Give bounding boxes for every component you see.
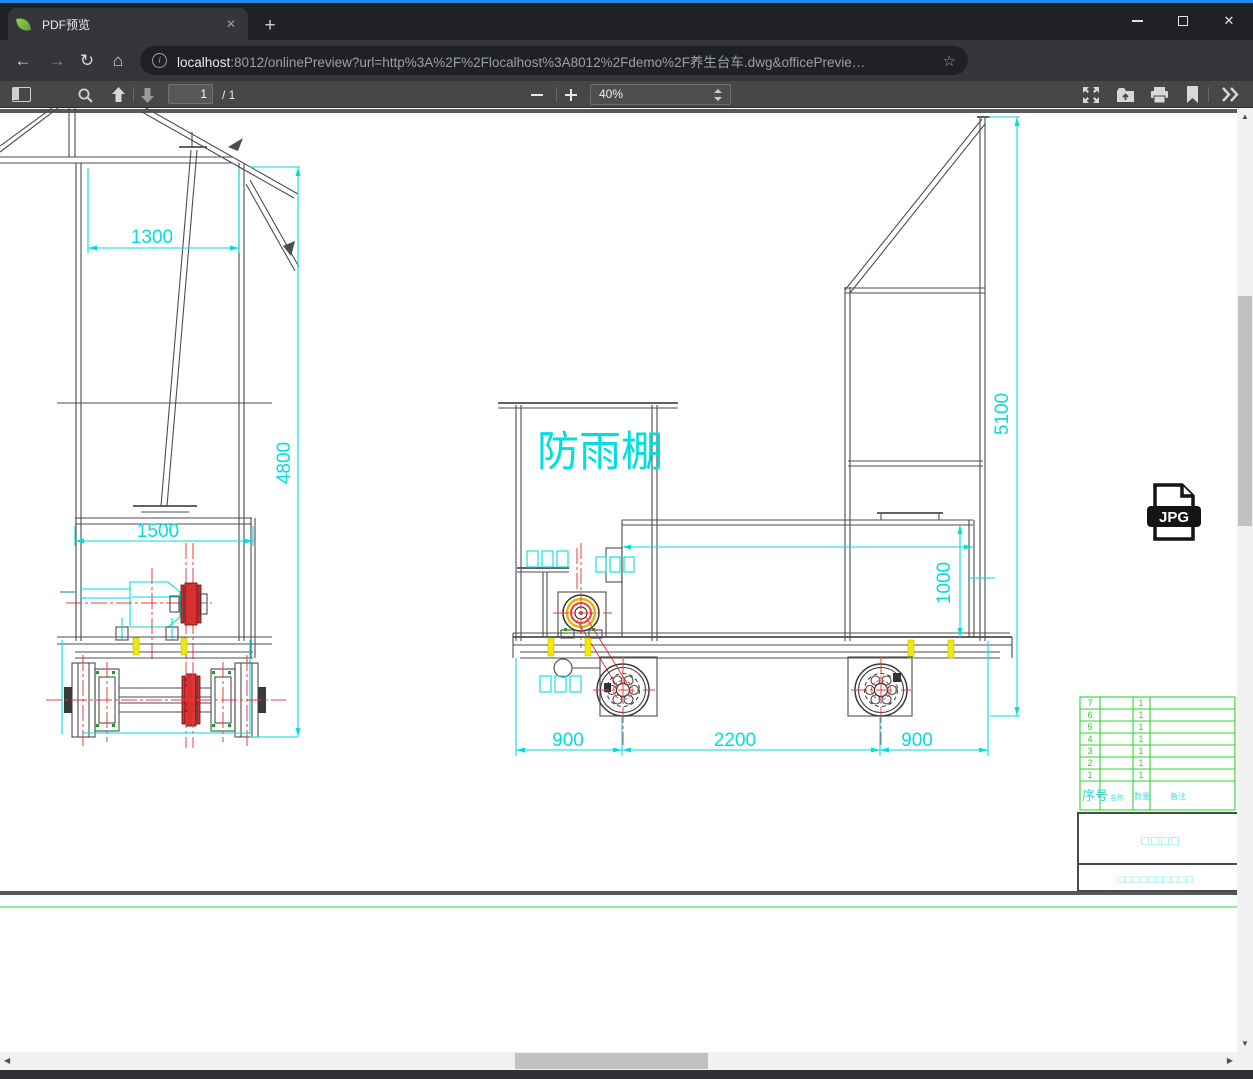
header-no: 序号 (1082, 788, 1108, 803)
select-arrows-icon (714, 88, 722, 102)
row-no: 7 (1087, 698, 1092, 708)
sidebar-toggle-icon[interactable] (12, 87, 31, 102)
dim-side-height: 5100 (992, 393, 1013, 435)
row-no: 2 (1087, 758, 1092, 768)
page-info-icon[interactable]: i (152, 53, 167, 68)
page-number-input[interactable] (168, 84, 213, 104)
new-tab-button[interactable]: + (258, 15, 282, 39)
title-block: 7 1 6 1 5 1 4 1 3 1 2 1 1 1 序号 名称 数量 备注 … (1077, 696, 1237, 892)
page-down-icon[interactable] (139, 86, 156, 104)
window-bottom-edge (0, 1070, 1253, 1079)
page-count-label: / 1 (222, 88, 236, 102)
dim-left-height: 4800 (274, 442, 295, 484)
titleblock-subtitle: □□□□ (1141, 833, 1180, 848)
scroll-up-icon[interactable]: ▲ (1237, 112, 1253, 121)
bookmark-icon[interactable] (1186, 85, 1199, 104)
dim-top-width: 1300 (131, 227, 173, 248)
zoom-out-button[interactable] (528, 81, 546, 108)
maximize-icon (1178, 16, 1188, 26)
tab-title: PDF预览 (42, 17, 91, 32)
dim-mid-width: 1500 (137, 521, 179, 542)
row-qty: 1 (1138, 698, 1143, 708)
jpg-file-icon: JPG (1147, 483, 1201, 541)
toolbar-divider (133, 87, 134, 102)
url-text: localhost:8012/onlinePreview?url=http%3A… (177, 51, 935, 71)
titlebar: PDF预览 ✕ + ✕ (0, 3, 1253, 40)
toolbar-divider (1208, 87, 1209, 102)
cad-drawing: 1300 1500 4800 防雨棚 1000 5100 900 2200 90… (0, 108, 1237, 908)
row-qty: 1 (1138, 722, 1143, 732)
reload-icon[interactable]: ↻ (75, 49, 99, 73)
scroll-left-icon[interactable]: ◀ (4, 1056, 10, 1065)
forward-icon[interactable]: → (45, 49, 69, 73)
dim-span-right: 900 (901, 730, 933, 751)
url-host: localhost (177, 54, 231, 70)
address-bar[interactable]: i localhost:8012/onlinePreview?url=http%… (140, 46, 968, 75)
open-file-icon[interactable] (1116, 86, 1135, 104)
titleblock-footer: □□□□□□□□□□ (1118, 874, 1194, 886)
scroll-right-icon[interactable]: ▶ (1227, 1056, 1233, 1065)
zoom-select[interactable]: 40% (590, 84, 731, 105)
row-no: 3 (1087, 746, 1092, 756)
row-qty: 1 (1138, 758, 1143, 768)
spring-leaf-favicon (16, 16, 32, 32)
maximize-button[interactable] (1160, 3, 1206, 39)
vertical-scrollbar[interactable]: ▲ ▼ (1237, 108, 1253, 1052)
browser-tab[interactable]: PDF预览 ✕ (8, 8, 248, 40)
scrollbar-corner (1237, 1052, 1253, 1070)
side-view: 防雨棚 (498, 116, 1013, 745)
close-button[interactable]: ✕ (1206, 3, 1252, 39)
dim-tank-height: 1000 (934, 562, 955, 604)
bookmark-star-icon[interactable]: ☆ (943, 52, 956, 70)
browser-window: PDF预览 ✕ + ✕ ← → ↻ ⌂ i localhost:8012/onl… (0, 0, 1253, 1079)
minus-icon (531, 94, 543, 96)
front-view (0, 108, 300, 748)
row-no: 4 (1087, 734, 1092, 744)
plus-icon-v (570, 89, 572, 101)
more-tools-chevrons-icon[interactable] (1220, 87, 1240, 102)
minimize-icon (1131, 20, 1143, 22)
minimize-button[interactable] (1114, 3, 1160, 39)
rain-shelter-label: 防雨棚 (537, 428, 663, 475)
zoom-in-button[interactable] (562, 81, 580, 108)
presentation-mode-icon[interactable] (1082, 86, 1100, 104)
header-remark: 备注 (1170, 791, 1186, 801)
vertical-scrollbar-thumb[interactable] (1238, 296, 1252, 526)
home-icon[interactable]: ⌂ (106, 49, 130, 73)
tab-close-icon[interactable]: ✕ (222, 15, 240, 33)
toolbar-divider (556, 87, 557, 102)
row-no: 1 (1087, 770, 1092, 780)
row-qty: 1 (1138, 770, 1143, 780)
dim-span-left: 900 (552, 730, 584, 751)
row-qty: 1 (1138, 746, 1143, 756)
row-no: 6 (1087, 710, 1092, 720)
page-up-icon[interactable] (110, 86, 127, 104)
back-icon[interactable]: ← (11, 49, 35, 73)
search-icon[interactable] (77, 87, 94, 104)
pdf-page-canvas[interactable]: 1300 1500 4800 防雨棚 1000 5100 900 2200 90… (0, 108, 1237, 1052)
header-name: 名称 (1110, 793, 1124, 802)
browser-toolbar: ← → ↻ ⌂ i localhost:8012/onlinePreview?u… (0, 40, 1253, 114)
zoom-value: 40% (599, 87, 624, 101)
jpg-label: JPG (1159, 509, 1189, 526)
header-qty: 数量 (1134, 791, 1150, 801)
dim-span-mid: 2200 (714, 730, 756, 751)
row-qty: 1 (1138, 710, 1143, 720)
row-qty: 1 (1138, 734, 1143, 744)
horizontal-scrollbar-thumb[interactable] (515, 1053, 708, 1069)
url-path: :8012/onlinePreview?url=http%3A%2F%2Floc… (230, 54, 866, 70)
sheet-border (0, 109, 1237, 908)
jpg-export-button[interactable]: JPG (1146, 482, 1202, 542)
pdf-toolbar: / 1 40% (0, 81, 1253, 108)
print-icon[interactable] (1150, 86, 1169, 104)
row-no: 5 (1087, 722, 1092, 732)
scroll-down-icon[interactable]: ▼ (1237, 1039, 1253, 1048)
